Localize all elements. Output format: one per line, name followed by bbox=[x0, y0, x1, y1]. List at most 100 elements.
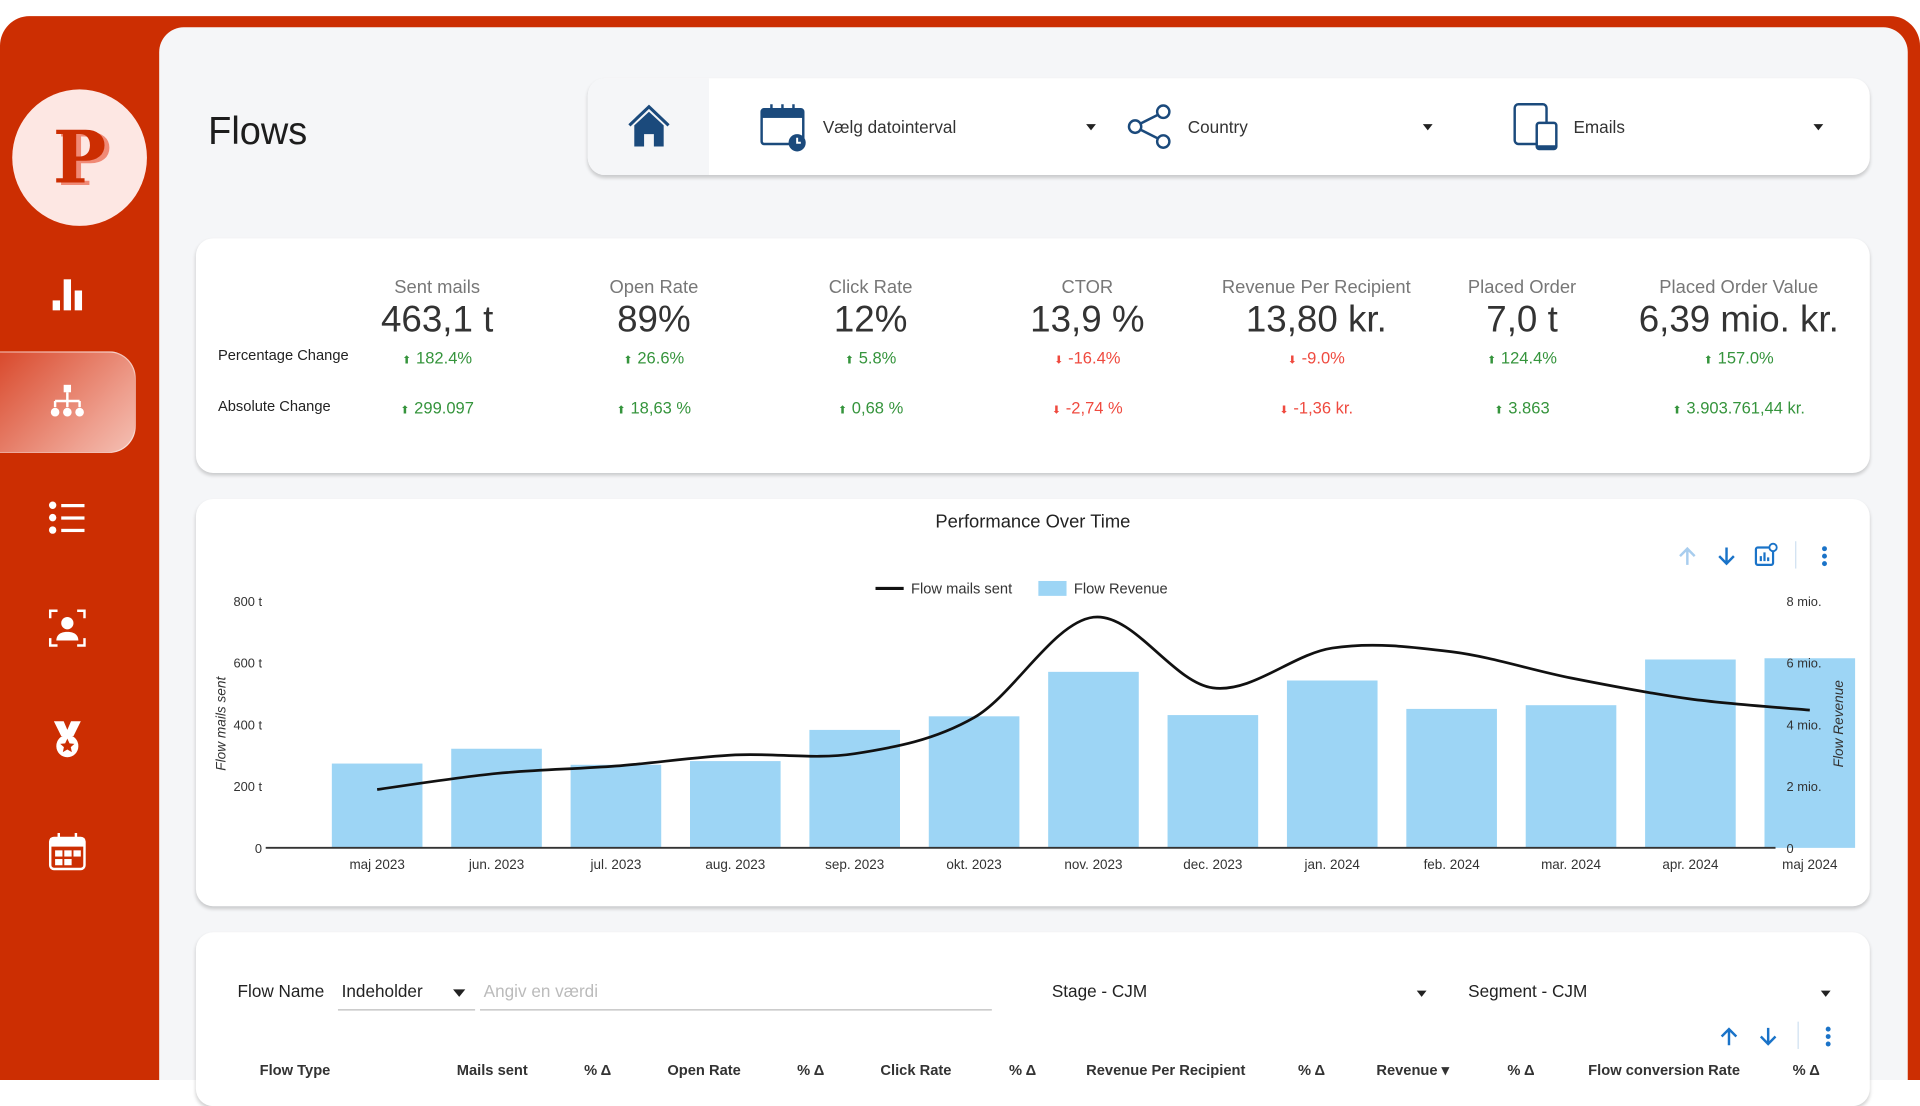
column-header[interactable]: % Δ bbox=[1298, 1061, 1325, 1078]
kpi-title: CTOR bbox=[983, 277, 1191, 298]
sidebar-item-overview[interactable] bbox=[0, 245, 135, 344]
kpi-pct-value: 26.6% bbox=[637, 349, 684, 368]
more-vert-icon[interactable] bbox=[1816, 1024, 1840, 1049]
kpi-pct-value: 5.8% bbox=[859, 349, 897, 368]
x-tick-label: jul. 2023 bbox=[589, 857, 641, 872]
trend-up-icon: ⬆ bbox=[402, 354, 411, 366]
column-header[interactable]: Mails sent bbox=[457, 1061, 528, 1078]
channel-filter[interactable]: Emails bbox=[1512, 78, 1830, 175]
x-tick-label: jan. 2024 bbox=[1304, 857, 1361, 872]
performance-chart-card: Performance Over Time maj 2023jun. 2023j… bbox=[196, 499, 1870, 906]
medal-icon bbox=[47, 719, 89, 761]
column-header[interactable]: Revenue ▾ bbox=[1376, 1061, 1449, 1078]
operator-select[interactable]: Indeholder bbox=[338, 972, 475, 1010]
kpi-title: Placed Order bbox=[1418, 277, 1626, 298]
flow-name-input[interactable]: Angiv en værdi bbox=[480, 972, 992, 1010]
column-header[interactable]: Open Rate bbox=[667, 1061, 740, 1078]
kpi-abs-value: 299.097 bbox=[414, 398, 474, 417]
devices-icon bbox=[1512, 102, 1559, 152]
kpi-abs-value: 0,68 % bbox=[852, 398, 903, 417]
calendar-icon bbox=[47, 830, 89, 872]
kpi-scorecard: Percentage Change Absolute Change Sent m… bbox=[196, 238, 1870, 473]
trend-up-icon: ⬆ bbox=[845, 354, 854, 366]
stage-value: Stage - CJM bbox=[1052, 981, 1147, 1001]
y-right-tick-label: 6 mio. bbox=[1787, 655, 1822, 670]
date-range-label: Vælg datointerval bbox=[823, 117, 956, 137]
y-left-tick-label: 200 t bbox=[233, 779, 262, 794]
column-header[interactable]: Revenue Per Recipient bbox=[1086, 1061, 1245, 1078]
country-label: Country bbox=[1188, 117, 1248, 137]
toolbar-divider bbox=[1798, 1022, 1799, 1049]
home-button[interactable] bbox=[588, 78, 709, 175]
y-left-tick-label: 800 t bbox=[233, 594, 262, 609]
kpi-title: Click Rate bbox=[767, 277, 975, 298]
arrow-down-icon[interactable] bbox=[1756, 1024, 1780, 1049]
kpi-title: Placed Order Value bbox=[1635, 277, 1843, 298]
bar-0 bbox=[332, 764, 423, 848]
kpi-abs-value: -1,36 kr. bbox=[1293, 398, 1353, 417]
x-tick-label: nov. 2023 bbox=[1064, 857, 1122, 872]
kpi-percentage-change: ⬆ 157.0% bbox=[1610, 349, 1867, 368]
sidebar-item-campaigns[interactable] bbox=[0, 468, 135, 567]
bar-8 bbox=[1287, 680, 1378, 847]
column-header[interactable]: Flow conversion Rate bbox=[1588, 1061, 1740, 1078]
channel-label: Emails bbox=[1573, 117, 1624, 137]
column-header[interactable]: % Δ bbox=[797, 1061, 824, 1078]
x-tick-label: mar. 2024 bbox=[1541, 857, 1601, 872]
sidebar-item-calendar[interactable] bbox=[0, 802, 135, 901]
segment-select[interactable]: Segment - CJM bbox=[1468, 972, 1835, 1009]
stage-select[interactable]: Stage - CJM bbox=[1052, 972, 1432, 1009]
legend-flow-mails-sent: Flow mails sent bbox=[911, 581, 1012, 597]
legend-bar-swatch bbox=[1038, 581, 1066, 596]
bar-1 bbox=[451, 749, 542, 848]
kpi-pct-value: -9.0% bbox=[1302, 349, 1345, 368]
arrow-up-icon[interactable] bbox=[1717, 1024, 1741, 1049]
kpi-title: Sent mails bbox=[333, 277, 541, 298]
bar-7 bbox=[1168, 715, 1259, 848]
column-header[interactable]: % Δ bbox=[1009, 1061, 1036, 1078]
trend-up-icon: ⬆ bbox=[1704, 354, 1713, 366]
date-range-filter[interactable]: Vælg datointerval bbox=[759, 78, 1102, 175]
kpi-pct-value: 182.4% bbox=[416, 349, 472, 368]
y-left-tick-label: 0 bbox=[255, 841, 262, 856]
y-left-tick-label: 600 t bbox=[233, 655, 262, 670]
kpi-abs-value: 3.903.761,44 kr. bbox=[1686, 398, 1805, 417]
y-right-tick-label: 2 mio. bbox=[1787, 779, 1822, 794]
trend-up-icon: ⬆ bbox=[1673, 403, 1682, 415]
chevron-down-icon bbox=[453, 989, 465, 996]
bar-10 bbox=[1526, 705, 1617, 848]
sidebar-item-profiles[interactable] bbox=[0, 578, 135, 677]
performance-chart: maj 2023jun. 2023jul. 2023aug. 2023sep. … bbox=[196, 499, 1870, 906]
kpi-title: Open Rate bbox=[550, 277, 758, 298]
column-header[interactable]: % Δ bbox=[584, 1061, 611, 1078]
kpi-abs-value: 3.863 bbox=[1508, 398, 1549, 417]
trend-up-icon: ⬆ bbox=[617, 403, 626, 415]
trend-down-icon: ⬇ bbox=[1054, 354, 1063, 366]
bar-11 bbox=[1645, 659, 1736, 847]
trend-up-icon: ⬆ bbox=[624, 354, 633, 366]
column-header[interactable]: % Δ bbox=[1507, 1061, 1534, 1078]
y-right-tick-label: 0 bbox=[1787, 841, 1794, 856]
trend-down-icon: ⬇ bbox=[1052, 403, 1061, 415]
flow-name-placeholder: Angiv en værdi bbox=[484, 981, 598, 1001]
bar-5 bbox=[929, 716, 1020, 848]
y-right-tick-label: 8 mio. bbox=[1787, 594, 1822, 609]
x-tick-label: sep. 2023 bbox=[825, 857, 884, 872]
sidebar-item-flows[interactable] bbox=[0, 351, 136, 453]
column-header[interactable]: Click Rate bbox=[880, 1061, 951, 1078]
column-header[interactable]: Flow Type bbox=[260, 1061, 331, 1078]
x-tick-label: okt. 2023 bbox=[946, 857, 1001, 872]
country-filter[interactable]: Country bbox=[1127, 78, 1433, 175]
trend-up-icon: ⬆ bbox=[838, 403, 847, 415]
x-tick-label: maj 2024 bbox=[1782, 857, 1838, 872]
logo-letter: P bbox=[53, 122, 106, 194]
kpi-absolute-change: ⬆ 3.903.761,44 kr. bbox=[1610, 398, 1867, 417]
y-left-tick-label: 400 t bbox=[233, 717, 262, 732]
home-icon bbox=[624, 102, 673, 152]
brand-logo[interactable]: P bbox=[12, 89, 147, 226]
column-header[interactable]: % Δ bbox=[1793, 1061, 1820, 1078]
trend-up-icon: ⬆ bbox=[1487, 354, 1496, 366]
page-title: Flows bbox=[208, 109, 307, 154]
kpi-pct-value: -16.4% bbox=[1068, 349, 1120, 368]
sidebar-item-benchmarks[interactable] bbox=[0, 690, 135, 789]
